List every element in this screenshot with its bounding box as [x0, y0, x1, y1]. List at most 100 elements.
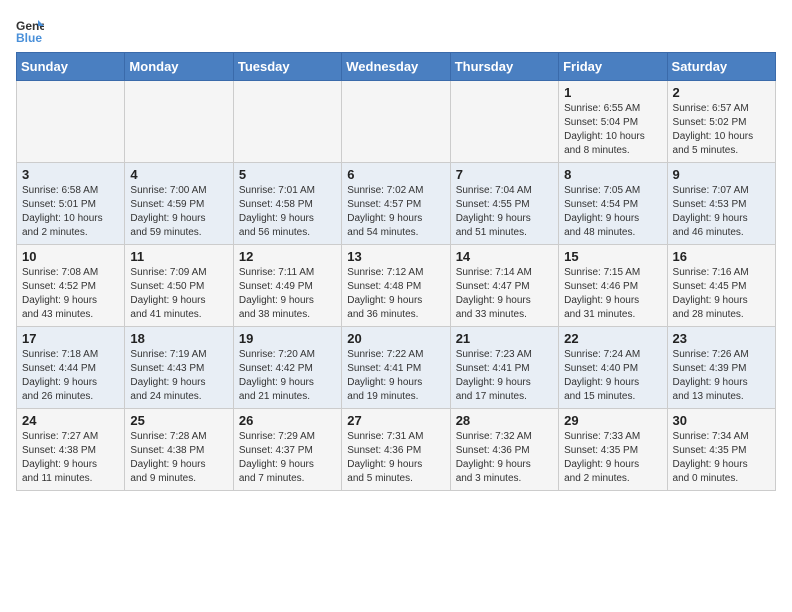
weekday-header: Friday — [559, 53, 667, 81]
calendar-cell: 2 Sunrise: 6:57 AM Sunset: 5:02 PM Daylig… — [667, 81, 775, 163]
day-info: Sunrise: 7:04 AM Sunset: 4:55 PM Dayligh… — [456, 184, 553, 240]
day-info: Sunrise: 6:58 AM Sunset: 5:01 PM Dayligh… — [22, 184, 119, 240]
day-number: 5 — [239, 167, 336, 182]
weekday-header: Wednesday — [342, 53, 450, 81]
calendar-cell: 9 Sunrise: 7:07 AM Sunset: 4:53 PM Daylig… — [667, 163, 775, 245]
calendar-cell: 19 Sunrise: 7:20 AM Sunset: 4:42 PM Dayli… — [233, 327, 341, 409]
day-info: Sunrise: 7:23 AM Sunset: 4:41 PM Dayligh… — [456, 348, 553, 404]
day-number: 13 — [347, 249, 444, 264]
calendar-cell: 15 Sunrise: 7:15 AM Sunset: 4:46 PM Dayli… — [559, 245, 667, 327]
day-number: 1 — [564, 85, 661, 100]
calendar-cell — [125, 81, 233, 163]
calendar-cell: 28Sunrise: 7:32 AM Sunset: 4:36 PM Dayli… — [450, 409, 558, 491]
day-info: Sunrise: 7:29 AM Sunset: 4:37 PM Dayligh… — [239, 430, 336, 486]
day-number: 14 — [456, 249, 553, 264]
day-number: 3 — [22, 167, 119, 182]
calendar-cell: 1 Sunrise: 6:55 AM Sunset: 5:04 PM Daylig… — [559, 81, 667, 163]
calendar-cell: 21 Sunrise: 7:23 AM Sunset: 4:41 PM Dayli… — [450, 327, 558, 409]
day-info: Sunrise: 7:20 AM Sunset: 4:42 PM Dayligh… — [239, 348, 336, 404]
weekday-header: Thursday — [450, 53, 558, 81]
calendar-table: SundayMondayTuesdayWednesdayThursdayFrid… — [16, 52, 776, 491]
day-info: Sunrise: 6:57 AM Sunset: 5:02 PM Dayligh… — [673, 102, 770, 158]
day-info: Sunrise: 6:55 AM Sunset: 5:04 PM Dayligh… — [564, 102, 661, 158]
calendar-cell: 30 Sunrise: 7:34 AM Sunset: 4:35 PM Dayli… — [667, 409, 775, 491]
day-info: Sunrise: 7:33 AM Sunset: 4:35 PM Dayligh… — [564, 430, 661, 486]
day-info: Sunrise: 7:01 AM Sunset: 4:58 PM Dayligh… — [239, 184, 336, 240]
calendar-week-row: 1 Sunrise: 6:55 AM Sunset: 5:04 PM Daylig… — [17, 81, 776, 163]
day-info: Sunrise: 7:07 AM Sunset: 4:53 PM Dayligh… — [673, 184, 770, 240]
page-header: General Blue — [16, 16, 776, 44]
day-number: 17 — [22, 331, 119, 346]
day-info: Sunrise: 7:00 AM Sunset: 4:59 PM Dayligh… — [130, 184, 227, 240]
day-number: 9 — [673, 167, 770, 182]
logo: General Blue — [16, 16, 48, 44]
day-number: 28 — [456, 413, 553, 428]
calendar-cell: 20 Sunrise: 7:22 AM Sunset: 4:41 PM Dayli… — [342, 327, 450, 409]
calendar-week-row: 10Sunrise: 7:08 AM Sunset: 4:52 PM Dayli… — [17, 245, 776, 327]
day-info: Sunrise: 7:26 AM Sunset: 4:39 PM Dayligh… — [673, 348, 770, 404]
day-number: 16 — [673, 249, 770, 264]
day-info: Sunrise: 7:22 AM Sunset: 4:41 PM Dayligh… — [347, 348, 444, 404]
calendar-cell: 24 Sunrise: 7:27 AM Sunset: 4:38 PM Dayli… — [17, 409, 125, 491]
calendar-cell: 8 Sunrise: 7:05 AM Sunset: 4:54 PM Daylig… — [559, 163, 667, 245]
day-number: 29 — [564, 413, 661, 428]
calendar-cell: 23 Sunrise: 7:26 AM Sunset: 4:39 PM Dayli… — [667, 327, 775, 409]
calendar-cell: 11Sunrise: 7:09 AM Sunset: 4:50 PM Dayli… — [125, 245, 233, 327]
day-info: Sunrise: 7:19 AM Sunset: 4:43 PM Dayligh… — [130, 348, 227, 404]
day-info: Sunrise: 7:14 AM Sunset: 4:47 PM Dayligh… — [456, 266, 553, 322]
day-number: 27 — [347, 413, 444, 428]
calendar-week-row: 3 Sunrise: 6:58 AM Sunset: 5:01 PM Daylig… — [17, 163, 776, 245]
day-number: 7 — [456, 167, 553, 182]
day-number: 18 — [130, 331, 227, 346]
logo-icon: General Blue — [16, 16, 44, 44]
calendar-cell — [342, 81, 450, 163]
calendar-cell — [450, 81, 558, 163]
day-number: 8 — [564, 167, 661, 182]
day-info: Sunrise: 7:28 AM Sunset: 4:38 PM Dayligh… — [130, 430, 227, 486]
day-info: Sunrise: 7:15 AM Sunset: 4:46 PM Dayligh… — [564, 266, 661, 322]
calendar-cell: 29 Sunrise: 7:33 AM Sunset: 4:35 PM Dayli… — [559, 409, 667, 491]
weekday-header: Saturday — [667, 53, 775, 81]
calendar-week-row: 24 Sunrise: 7:27 AM Sunset: 4:38 PM Dayli… — [17, 409, 776, 491]
day-info: Sunrise: 7:34 AM Sunset: 4:35 PM Dayligh… — [673, 430, 770, 486]
weekday-header: Monday — [125, 53, 233, 81]
calendar-cell: 7 Sunrise: 7:04 AM Sunset: 4:55 PM Daylig… — [450, 163, 558, 245]
day-number: 22 — [564, 331, 661, 346]
day-info: Sunrise: 7:16 AM Sunset: 4:45 PM Dayligh… — [673, 266, 770, 322]
day-number: 21 — [456, 331, 553, 346]
day-number: 15 — [564, 249, 661, 264]
day-number: 2 — [673, 85, 770, 100]
calendar-cell — [17, 81, 125, 163]
calendar-cell: 3 Sunrise: 6:58 AM Sunset: 5:01 PM Daylig… — [17, 163, 125, 245]
day-number: 19 — [239, 331, 336, 346]
day-number: 30 — [673, 413, 770, 428]
day-info: Sunrise: 7:27 AM Sunset: 4:38 PM Dayligh… — [22, 430, 119, 486]
calendar-cell — [233, 81, 341, 163]
day-number: 10 — [22, 249, 119, 264]
day-number: 12 — [239, 249, 336, 264]
day-info: Sunrise: 7:12 AM Sunset: 4:48 PM Dayligh… — [347, 266, 444, 322]
calendar-cell: 26Sunrise: 7:29 AM Sunset: 4:37 PM Dayli… — [233, 409, 341, 491]
calendar-cell: 27 Sunrise: 7:31 AM Sunset: 4:36 PM Dayli… — [342, 409, 450, 491]
day-number: 25 — [130, 413, 227, 428]
day-info: Sunrise: 7:05 AM Sunset: 4:54 PM Dayligh… — [564, 184, 661, 240]
weekday-header: Tuesday — [233, 53, 341, 81]
calendar-cell: 22Sunrise: 7:24 AM Sunset: 4:40 PM Dayli… — [559, 327, 667, 409]
calendar-cell: 18 Sunrise: 7:19 AM Sunset: 4:43 PM Dayli… — [125, 327, 233, 409]
day-number: 23 — [673, 331, 770, 346]
day-number: 6 — [347, 167, 444, 182]
calendar-cell: 17Sunrise: 7:18 AM Sunset: 4:44 PM Dayli… — [17, 327, 125, 409]
day-number: 11 — [130, 249, 227, 264]
calendar-cell: 25 Sunrise: 7:28 AM Sunset: 4:38 PM Dayli… — [125, 409, 233, 491]
calendar-cell: 16 Sunrise: 7:16 AM Sunset: 4:45 PM Dayli… — [667, 245, 775, 327]
calendar-cell: 4Sunrise: 7:00 AM Sunset: 4:59 PM Daylig… — [125, 163, 233, 245]
day-number: 20 — [347, 331, 444, 346]
calendar-cell: 5 Sunrise: 7:01 AM Sunset: 4:58 PM Daylig… — [233, 163, 341, 245]
calendar-cell: 14 Sunrise: 7:14 AM Sunset: 4:47 PM Dayli… — [450, 245, 558, 327]
day-number: 24 — [22, 413, 119, 428]
calendar-cell: 6 Sunrise: 7:02 AM Sunset: 4:57 PM Daylig… — [342, 163, 450, 245]
calendar-cell: 10Sunrise: 7:08 AM Sunset: 4:52 PM Dayli… — [17, 245, 125, 327]
day-info: Sunrise: 7:31 AM Sunset: 4:36 PM Dayligh… — [347, 430, 444, 486]
day-info: Sunrise: 7:02 AM Sunset: 4:57 PM Dayligh… — [347, 184, 444, 240]
calendar-cell: 12Sunrise: 7:11 AM Sunset: 4:49 PM Dayli… — [233, 245, 341, 327]
